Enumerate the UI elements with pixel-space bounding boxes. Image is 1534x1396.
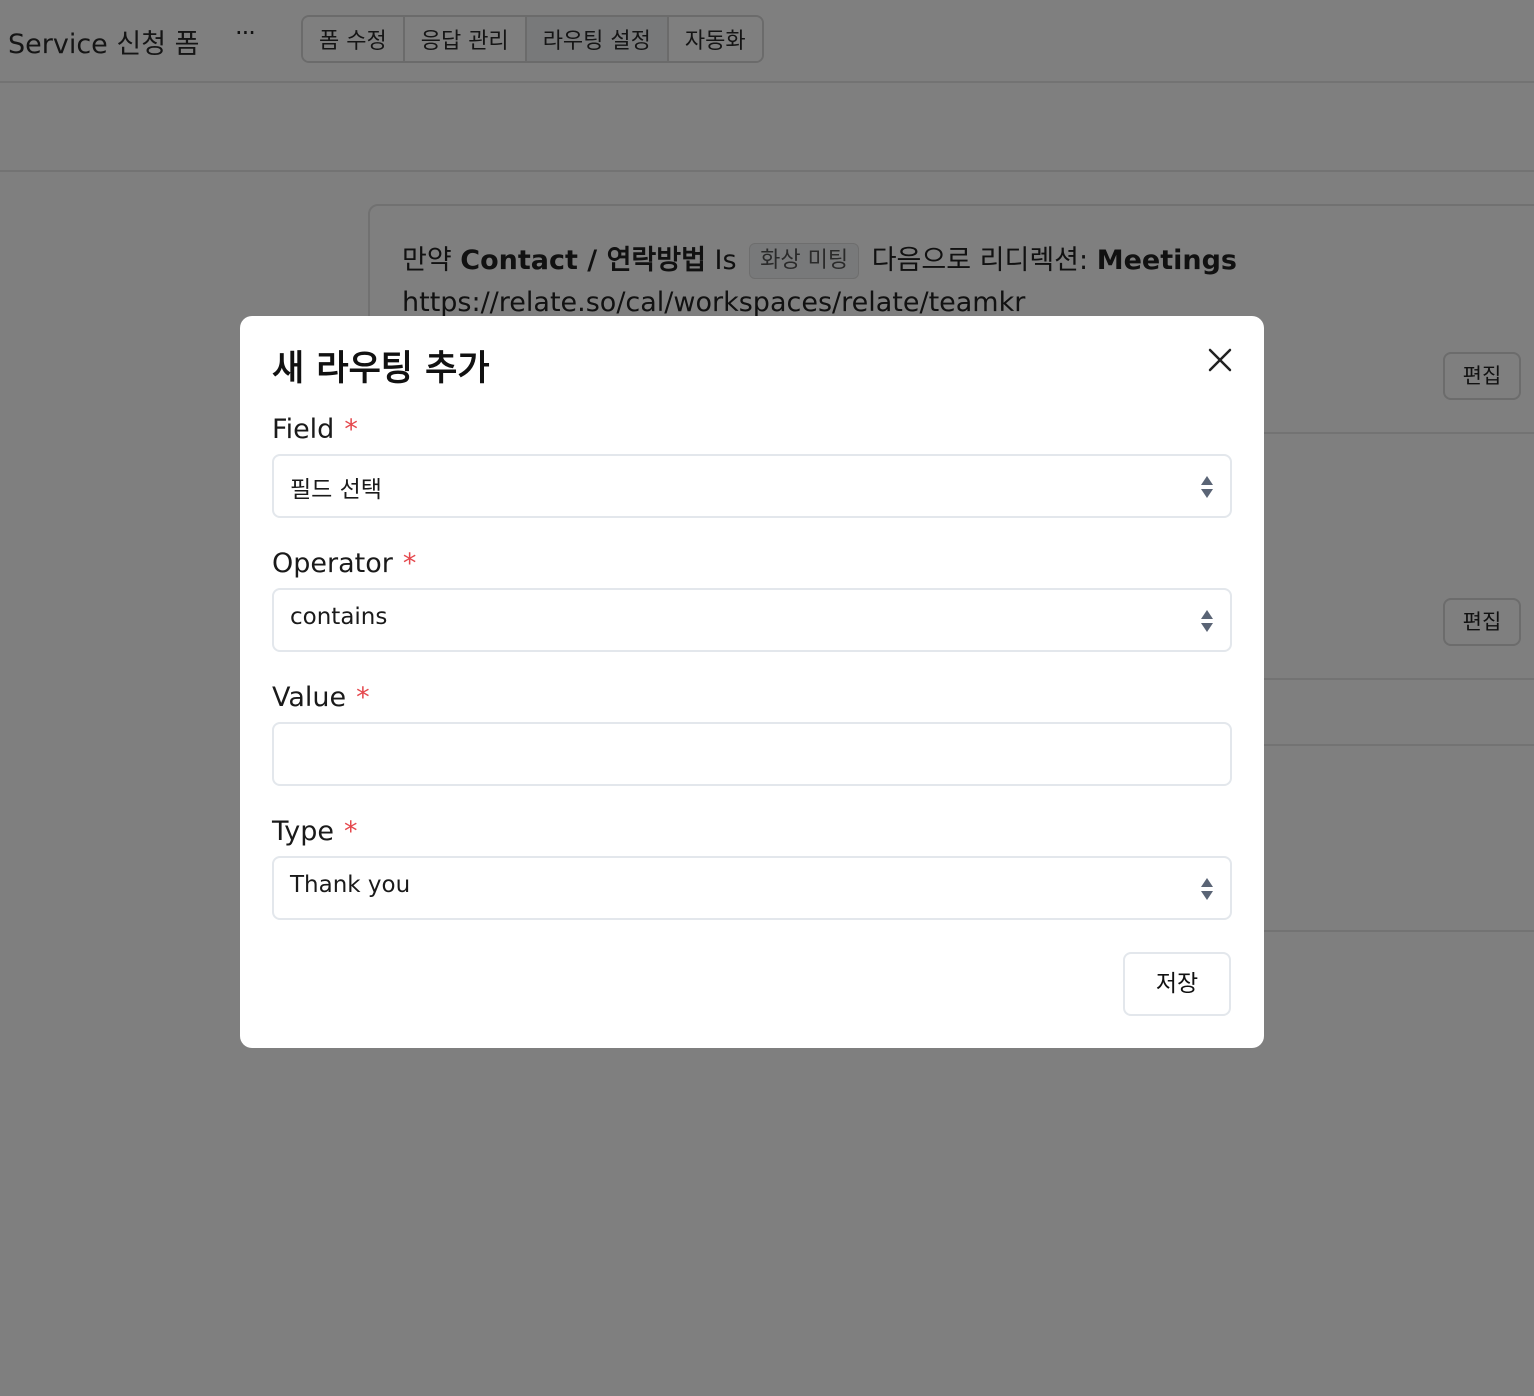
select-arrows-icon xyxy=(1201,610,1213,632)
type-label: Type * xyxy=(272,816,358,847)
required-mark: * xyxy=(402,548,417,579)
field-label: Field * xyxy=(272,414,358,445)
select-arrows-icon xyxy=(1201,476,1213,498)
save-button[interactable]: 저장 xyxy=(1123,952,1231,1016)
page: Service 신청 폼 ··· 폼 수정 응답 관리 라우팅 설정 자동화 만… xyxy=(0,0,1534,1396)
field-select[interactable]: 필드 선택 xyxy=(272,454,1232,518)
field-select-value: 필드 선택 xyxy=(290,477,382,503)
add-routing-modal: 새 라우팅 추가 Field * 필드 선택 Operator * contains xyxy=(240,316,1264,1048)
value-label: Value * xyxy=(272,682,370,713)
select-arrows-icon xyxy=(1201,878,1213,900)
required-mark: * xyxy=(356,682,370,713)
required-mark: * xyxy=(344,414,358,445)
value-input[interactable] xyxy=(274,724,1230,784)
required-mark: * xyxy=(344,816,358,847)
operator-select[interactable]: contains xyxy=(272,588,1232,652)
field-label-text: Field xyxy=(272,414,335,445)
close-button[interactable] xyxy=(1202,342,1238,378)
close-icon xyxy=(1208,348,1232,372)
type-select-value: Thank you xyxy=(290,872,411,898)
operator-label: Operator * xyxy=(272,548,416,579)
operator-select-value: contains xyxy=(290,604,388,630)
modal-title: 새 라우팅 추가 xyxy=(272,349,490,389)
operator-label-text: Operator xyxy=(272,548,393,579)
type-select[interactable]: Thank you xyxy=(272,856,1232,920)
value-field-wrapper xyxy=(272,722,1232,786)
value-label-text: Value xyxy=(272,682,347,713)
type-label-text: Type xyxy=(272,816,335,847)
